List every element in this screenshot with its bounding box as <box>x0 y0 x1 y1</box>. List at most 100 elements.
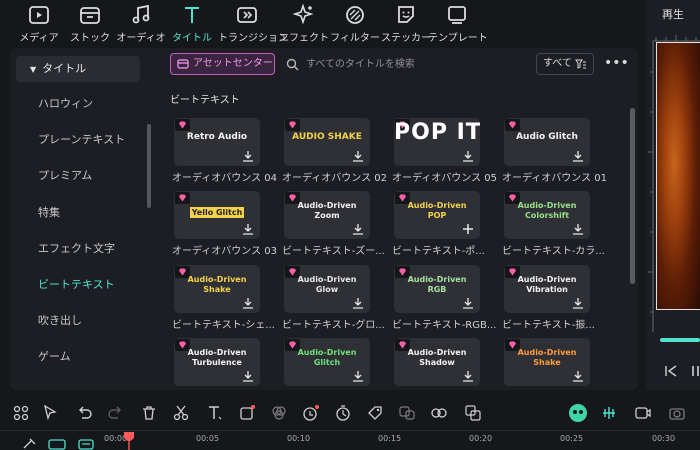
gem-icon <box>179 121 186 129</box>
title-card[interactable]: AUDIO SHAKE <box>284 118 370 166</box>
tool-template[interactable]: テンプレート <box>428 0 488 44</box>
playback-progress-bar[interactable] <box>660 338 700 342</box>
caret-down-icon: ▼ <box>30 65 37 74</box>
title-card[interactable]: Audio-Driven POP <box>394 191 480 239</box>
download-icon[interactable] <box>242 297 254 309</box>
delete-trash-icon[interactable] <box>140 404 158 422</box>
tool-title[interactable]: タイトル <box>163 0 221 44</box>
crop-frame-icon[interactable] <box>238 404 256 422</box>
title-preview-text: POP IT <box>394 120 480 145</box>
title-card[interactable]: Retro Audio <box>174 118 260 166</box>
sticker-icon <box>398 6 414 23</box>
color-circles-icon[interactable] <box>270 404 288 422</box>
select-pointer-icon[interactable] <box>42 404 60 422</box>
title-card[interactable]: Audio-Driven Glow <box>284 265 370 313</box>
sidebar-item-speech-bubble[interactable]: 吹き出し <box>10 308 160 334</box>
tool-transition[interactable]: トランジション <box>218 0 288 44</box>
tool-label: フィルター <box>330 33 380 44</box>
download-icon[interactable] <box>572 370 584 382</box>
voice-translate-icon[interactable] <box>398 404 416 422</box>
sidebar-item-beat-text[interactable]: ビートテキスト <box>10 272 160 298</box>
asset-center-button[interactable]: アセットセンター <box>170 53 275 75</box>
text-tool-icon[interactable] <box>206 404 224 422</box>
sidebar-item-halloween[interactable]: ハロウィン <box>10 91 160 117</box>
keyframe-tag-icon[interactable] <box>366 404 384 422</box>
tool-label: エフェクト <box>279 33 329 44</box>
title-card[interactable]: Audio-Driven Zoom <box>284 191 370 239</box>
add-plus-icon[interactable] <box>462 223 474 235</box>
sidebar-header-title[interactable]: ▼ タイトル <box>16 56 140 82</box>
sidebar-item-effect-text[interactable]: エフェクト文字 <box>10 236 160 262</box>
filter-dropdown[interactable]: すべて <box>536 53 594 75</box>
title-preview-text: Audio Glitch <box>516 132 578 142</box>
scissors-icon[interactable] <box>172 404 190 422</box>
download-icon[interactable] <box>352 297 364 309</box>
ai-audio-icon[interactable] <box>302 404 320 422</box>
sidebar-item-premium[interactable]: プレミアム <box>10 163 160 189</box>
audio-sync-icon[interactable] <box>430 404 448 422</box>
download-icon[interactable] <box>352 223 364 235</box>
track-link-icon[interactable] <box>48 438 66 450</box>
preview-tab-playback[interactable]: 再生 <box>646 0 700 30</box>
title-card[interactable]: Audio Glitch <box>504 118 590 166</box>
layout-grid-icon[interactable] <box>12 404 30 422</box>
timeline-tick: 00:25 <box>560 434 584 443</box>
title-preview-text: AUDIO SHAKE <box>292 132 362 142</box>
record-voice-icon[interactable] <box>634 404 652 422</box>
marker-pin-icon[interactable] <box>22 438 36 450</box>
download-icon[interactable] <box>462 150 474 162</box>
tool-filter[interactable]: フィルター <box>326 0 384 44</box>
gem-icon <box>509 121 516 129</box>
title-card[interactable]: POP IT <box>394 118 480 166</box>
download-icon[interactable] <box>242 150 254 162</box>
preview-video-frame[interactable] <box>656 42 700 310</box>
redo-icon[interactable] <box>106 404 124 422</box>
download-icon[interactable] <box>572 297 584 309</box>
title-card-label: ビートテキスト-カラ... <box>502 246 605 257</box>
title-card[interactable]: Audio-Driven Shake <box>174 265 260 313</box>
track-settings-icon[interactable] <box>78 438 94 450</box>
title-card[interactable]: Audio-Driven RGB <box>394 265 480 313</box>
library-scrollbar[interactable] <box>630 108 635 284</box>
download-icon[interactable] <box>462 370 474 382</box>
previous-frame-icon[interactable] <box>664 364 678 378</box>
tool-sticker[interactable]: ステッカー <box>377 0 435 44</box>
tool-stock[interactable]: ストック <box>61 0 119 44</box>
download-icon[interactable] <box>242 370 254 382</box>
beat-detect-icon[interactable] <box>600 404 618 422</box>
filter-icon <box>346 6 364 24</box>
transition-icon <box>237 7 257 23</box>
download-icon[interactable] <box>462 297 474 309</box>
sidebar-scrollbar[interactable] <box>147 124 151 208</box>
title-card[interactable]: Audio-Driven Vibration <box>504 265 590 313</box>
subtitle-translate-icon[interactable] <box>464 404 482 422</box>
tool-media[interactable]: メディア <box>10 0 68 44</box>
title-card[interactable]: Audio-Driven Shake <box>504 338 590 386</box>
download-icon[interactable] <box>352 150 364 162</box>
playhead-marker[interactable] <box>124 432 134 450</box>
sidebar-item-featured[interactable]: 特集 <box>10 200 160 226</box>
play-pause-icon[interactable] <box>690 364 700 378</box>
sidebar-item-plain-text[interactable]: プレーンテキスト <box>10 127 160 153</box>
tool-effect[interactable]: エフェクト <box>275 0 333 44</box>
undo-icon[interactable] <box>76 404 94 422</box>
search-input[interactable] <box>306 54 526 74</box>
download-icon[interactable] <box>572 223 584 235</box>
download-icon[interactable] <box>572 150 584 162</box>
title-preview-text: Audio-Driven RGB <box>407 275 467 294</box>
title-card[interactable]: Audio-Driven Colorshift <box>504 191 590 239</box>
title-card[interactable]: Audio-Driven Shadow <box>394 338 480 386</box>
download-icon[interactable] <box>352 370 364 382</box>
sidebar-header-label: タイトル <box>42 62 87 75</box>
timer-icon[interactable] <box>334 404 352 422</box>
download-icon[interactable] <box>242 223 254 235</box>
title-card[interactable]: Audio-Driven Glitch <box>284 338 370 386</box>
title-card[interactable]: Yello Glitch <box>174 191 260 239</box>
more-options-icon[interactable]: ••• <box>604 54 629 74</box>
filter-label: すべて <box>543 58 572 69</box>
snapshot-camera-icon[interactable] <box>668 404 686 422</box>
title-card[interactable]: Audio-Driven Turbulence <box>174 338 260 386</box>
sidebar-item-game[interactable]: ゲーム <box>10 344 160 370</box>
ai-mascot-icon[interactable] <box>568 403 588 423</box>
tool-audio[interactable]: オーディオ <box>112 0 170 44</box>
